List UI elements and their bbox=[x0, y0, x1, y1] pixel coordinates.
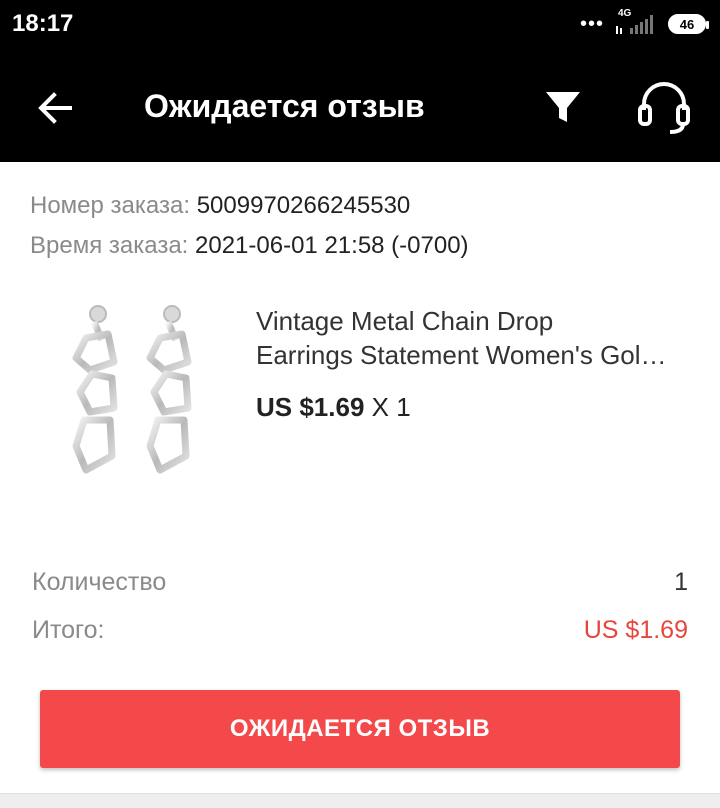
support-button[interactable] bbox=[634, 78, 694, 138]
total-label: Итого: bbox=[32, 616, 105, 644]
product-qty: X 1 bbox=[371, 392, 411, 422]
back-arrow-icon bbox=[38, 92, 72, 124]
order-time-value: 2021-06-01 21:58 (-0700) bbox=[195, 232, 469, 259]
earrings-image bbox=[72, 305, 192, 474]
quantity-row: Количество 1 bbox=[32, 568, 688, 597]
quantity-label: Количество bbox=[32, 568, 167, 596]
status-time: 18:17 bbox=[12, 10, 74, 37]
order-number-label: Номер заказа: bbox=[30, 192, 191, 219]
order-time-line: Время заказа: 2021-06-01 21:58 (-0700) bbox=[30, 232, 469, 260]
quantity-value: 1 bbox=[674, 568, 688, 596]
filter-icon bbox=[546, 92, 580, 122]
back-button[interactable] bbox=[30, 84, 80, 134]
total-row: Итого: US $1.69 bbox=[32, 616, 688, 645]
battery-level: 46 bbox=[679, 16, 695, 32]
awaiting-review-button[interactable]: ОЖИДАЕТСЯ ОТЗЫВ bbox=[40, 690, 680, 768]
product-name-line1: Vintage Metal Chain Drop bbox=[256, 306, 554, 336]
product-name-line2: Earrings Statement Women's Gol… bbox=[256, 340, 667, 370]
order-time-label: Время заказа: bbox=[30, 232, 189, 259]
headset-icon bbox=[638, 82, 690, 134]
price-line: US $1.69 X 1 bbox=[256, 392, 411, 423]
battery-icon: 46 bbox=[668, 14, 709, 34]
signal-icon: 4G bbox=[614, 8, 658, 36]
order-number-line: Номер заказа: 5009970266245530 bbox=[30, 192, 410, 220]
filter-button[interactable] bbox=[540, 84, 586, 130]
more-dots-indicator: ••• bbox=[579, 13, 604, 35]
app-bar: Ожидается отзыв bbox=[0, 52, 720, 162]
network-type: 4G bbox=[618, 8, 632, 19]
product-price: US $1.69 bbox=[256, 392, 365, 422]
status-icons: ••• 4G 46 bbox=[579, 8, 709, 36]
total-value: US $1.69 bbox=[583, 616, 688, 644]
bottom-divider bbox=[0, 793, 720, 808]
order-number-value: 5009970266245530 bbox=[196, 192, 411, 219]
status-bar: 18:17 ••• 4G 46 bbox=[0, 0, 720, 52]
product-image[interactable] bbox=[56, 296, 206, 496]
product-name[interactable]: Vintage Metal Chain Drop Earrings Statem… bbox=[256, 304, 686, 372]
page-title: Ожидается отзыв bbox=[144, 88, 425, 124]
